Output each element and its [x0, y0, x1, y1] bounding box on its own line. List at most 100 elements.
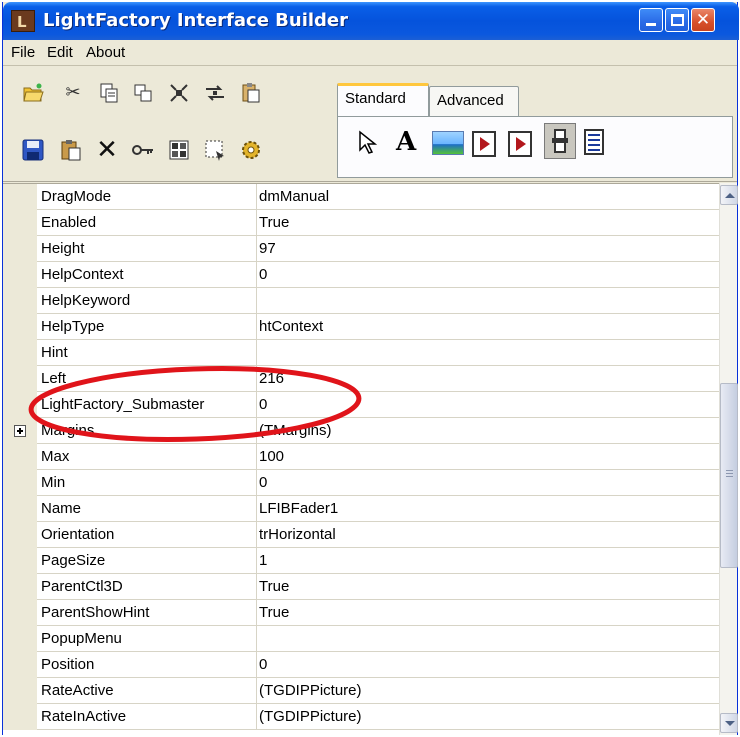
memo-icon[interactable] [584, 129, 604, 155]
property-value[interactable]: 0 [259, 656, 267, 674]
scroll-down-button[interactable] [720, 713, 738, 733]
tab-standard[interactable]: Standard [337, 83, 429, 116]
button-alt-icon[interactable] [508, 131, 532, 157]
copy-special-icon[interactable] [131, 81, 155, 105]
property-value[interactable]: htContext [259, 318, 323, 336]
image-icon[interactable] [432, 131, 464, 155]
expand-plus-icon[interactable] [14, 425, 26, 437]
select-region-icon[interactable] [203, 138, 227, 162]
property-value[interactable]: True [259, 214, 289, 232]
paste-icon[interactable] [59, 138, 83, 162]
property-row[interactable]: RateInActive (TGDIPPicture) [3, 704, 719, 730]
gear-icon[interactable] [239, 138, 263, 162]
property-name: ParentShowHint [41, 604, 150, 621]
property-row[interactable]: Position 0 [3, 652, 719, 678]
property-row[interactable]: LightFactory_Submaster 0 [3, 392, 719, 418]
row-gutter [3, 574, 37, 600]
menu-edit[interactable]: Edit [47, 44, 73, 62]
property-row[interactable]: Max 100 [3, 444, 719, 470]
pointer-icon[interactable] [358, 130, 378, 160]
property-row[interactable]: DragMode dmManual [3, 184, 719, 210]
tab-standard-label: Standard [345, 90, 406, 107]
property-grid: DragMode dmManual Enabled True Height 97 HelpC… [3, 183, 719, 735]
property-row[interactable]: PageSize 1 [3, 548, 719, 574]
delete-icon[interactable]: ✕ [95, 137, 119, 163]
align-icon[interactable] [167, 81, 191, 105]
memo-line [588, 149, 600, 151]
fader-icon[interactable] [544, 123, 576, 159]
property-row[interactable]: HelpContext 0 [3, 262, 719, 288]
toolbar: ✂ ✕ Standard Advanced A [3, 67, 737, 182]
property-value[interactable]: 0 [259, 474, 267, 492]
paste-special-icon[interactable] [239, 81, 263, 105]
grid-icon[interactable] [167, 138, 191, 162]
label-icon[interactable]: A [396, 127, 416, 157]
menu-file[interactable]: File [11, 44, 35, 62]
property-row[interactable]: HelpType htContext [3, 314, 719, 340]
app-window: L LightFactory Interface Builder ✕ File … [2, 2, 739, 735]
menu-about[interactable]: About [86, 44, 125, 62]
property-name: HelpKeyword [41, 292, 131, 309]
property-name: Min [41, 474, 66, 491]
row-gutter [3, 262, 37, 288]
property-row[interactable]: Min 0 [3, 470, 719, 496]
property-row[interactable]: Enabled True [3, 210, 719, 236]
property-row[interactable]: ParentCtl3D True [3, 574, 719, 600]
menu-edit-label: Edit [47, 44, 73, 61]
cut-icon[interactable]: ✂ [61, 81, 85, 105]
property-value[interactable]: 0 [259, 266, 267, 284]
column-divider [256, 392, 257, 418]
property-row[interactable]: Left 216 [3, 366, 719, 392]
property-row[interactable]: Orientation trHorizontal [3, 522, 719, 548]
property-name: LightFactory_Submaster [41, 396, 205, 413]
property-value[interactable]: LFIBFader1 [259, 500, 338, 518]
window-title: LightFactory Interface Builder [43, 10, 349, 31]
property-value[interactable]: (TMargins) [259, 422, 332, 440]
distribute-icon[interactable] [203, 81, 227, 105]
column-divider [256, 548, 257, 574]
scroll-up-button[interactable] [720, 185, 738, 205]
property-value[interactable]: 0 [259, 396, 267, 414]
memo-line [588, 144, 600, 146]
tab-advanced[interactable]: Advanced [429, 86, 519, 116]
close-icon: ✕ [695, 10, 711, 30]
property-value[interactable]: (TGDIPPicture) [259, 682, 362, 700]
property-value[interactable]: 216 [259, 370, 284, 388]
property-row[interactable]: Hint [3, 340, 719, 366]
column-divider [256, 288, 257, 314]
button-icon[interactable] [472, 131, 496, 157]
row-gutter [3, 418, 37, 444]
maximize-icon [671, 14, 684, 26]
property-row[interactable]: Height 97 [3, 236, 719, 262]
property-row[interactable]: RateActive (TGDIPPicture) [3, 678, 719, 704]
key-icon[interactable] [131, 138, 155, 162]
app-icon[interactable]: L [11, 10, 35, 32]
minimize-button[interactable] [639, 8, 663, 32]
property-value[interactable]: True [259, 604, 289, 622]
save-icon[interactable] [21, 138, 45, 162]
property-name: ParentCtl3D [41, 578, 123, 595]
tab-advanced-label: Advanced [437, 92, 504, 109]
property-row[interactable]: HelpKeyword [3, 288, 719, 314]
row-gutter [3, 392, 37, 418]
open-folder-icon[interactable] [21, 81, 45, 105]
property-value[interactable]: (TGDIPPicture) [259, 708, 362, 726]
close-button[interactable]: ✕ [691, 8, 715, 32]
title-bar[interactable]: L LightFactory Interface Builder ✕ [3, 2, 739, 40]
copy-icon[interactable] [97, 81, 121, 105]
property-value[interactable]: 1 [259, 552, 267, 570]
property-value[interactable]: True [259, 578, 289, 596]
property-value[interactable]: 100 [259, 448, 284, 466]
property-row[interactable]: ParentShowHint True [3, 600, 719, 626]
vertical-scrollbar[interactable] [719, 183, 738, 735]
property-value[interactable]: dmManual [259, 188, 329, 206]
property-row[interactable]: Name LFIBFader1 [3, 496, 719, 522]
property-row[interactable]: Margins (TMargins) [3, 418, 719, 444]
maximize-button[interactable] [665, 8, 689, 32]
property-row[interactable]: PopupMenu [3, 626, 719, 652]
scroll-thumb[interactable] [720, 383, 738, 568]
property-name: Left [41, 370, 67, 387]
property-value[interactable]: trHorizontal [259, 526, 336, 544]
column-divider [256, 210, 257, 236]
property-value[interactable]: 97 [259, 240, 276, 258]
